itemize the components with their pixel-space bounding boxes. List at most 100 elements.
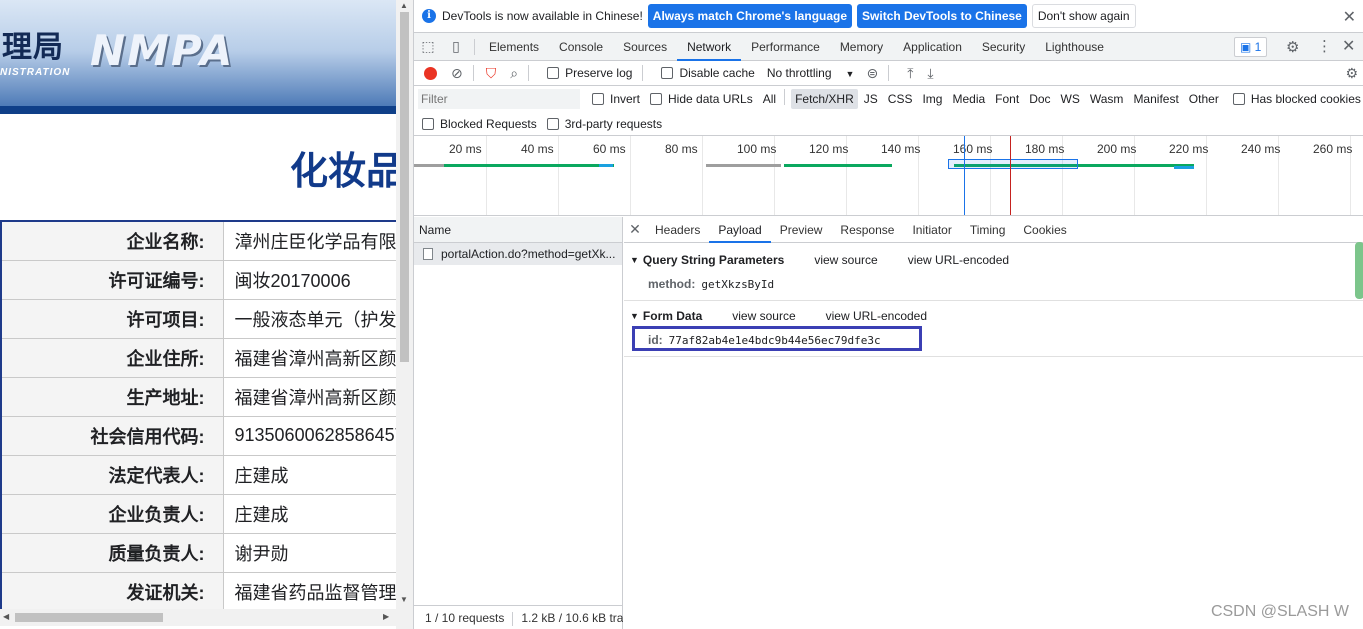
tab-lighthouse[interactable]: Lighthouse <box>1035 33 1114 61</box>
has-blocked-cookies-checkbox[interactable]: Has blocked cookies <box>1232 92 1361 106</box>
third-party-requests-checkbox[interactable]: 3rd-party requests <box>546 116 663 131</box>
disable-cache-checkbox[interactable]: Disable cache <box>661 66 755 80</box>
network-conditions-icon[interactable]: ⊜ <box>866 65 878 82</box>
name-column-header[interactable]: Name <box>414 217 622 243</box>
detail-tab-headers[interactable]: Headers <box>646 217 709 243</box>
checkbox-box[interactable] <box>547 67 560 79</box>
close-icon[interactable]: ✕ <box>1342 36 1355 56</box>
detail-tab-response[interactable]: Response <box>831 217 903 243</box>
type-filter-doc[interactable]: Doc <box>1025 89 1054 109</box>
inspect-element-icon[interactable]: ⬚ <box>414 38 442 55</box>
throttling-dropdown[interactable]: No throttling ▼ <box>767 66 855 80</box>
search-icon[interactable]: ⌕ <box>510 65 518 82</box>
license-info-table: 企业名称: 漳州庄臣化学品有限公 许可证编号: 闽妆20170006 许可项目: 一般液态… <box>0 220 397 612</box>
preserve-log-checkbox[interactable]: Preserve log <box>547 66 632 80</box>
scrollbar-thumb[interactable] <box>400 12 409 362</box>
scroll-down-arrow-icon[interactable]: ▼ <box>400 595 408 604</box>
tab-application[interactable]: Application <box>893 33 972 61</box>
checkbox-box[interactable] <box>546 117 559 130</box>
page-horizontal-scrollbar[interactable]: ◀ ▶ <box>0 609 396 626</box>
import-har-icon[interactable]: ⤒ <box>907 65 913 82</box>
type-filter-manifest[interactable]: Manifest <box>1129 89 1182 109</box>
timeline-selection[interactable] <box>948 159 1078 169</box>
view-url-encoded-link[interactable]: view URL-encoded <box>826 309 927 323</box>
blocked-requests-checkbox[interactable]: Blocked Requests <box>422 117 537 131</box>
tab-performance[interactable]: Performance <box>741 33 830 61</box>
query-string-header[interactable]: ▼ Query String Parameters view source vi… <box>624 247 1363 273</box>
filter-input[interactable] <box>418 89 580 109</box>
type-filter-media[interactable]: Media <box>948 89 989 109</box>
license-info-row: 许可证编号: 闽妆20170006 <box>0 259 397 300</box>
network-settings-gear-icon[interactable]: ⚙ <box>1345 65 1358 82</box>
page-title: 化妆品 <box>290 149 397 193</box>
request-row[interactable]: portalAction.do?method=getXk... <box>414 243 622 265</box>
tab-memory[interactable]: Memory <box>830 33 893 61</box>
type-filter-css[interactable]: CSS <box>884 89 917 109</box>
close-icon[interactable]: ✕ <box>1343 7 1356 27</box>
network-overview-timeline[interactable]: 20 ms 40 ms 60 ms 80 ms 100 ms 120 ms 140 ms 16… <box>414 136 1363 216</box>
type-filter-ws[interactable]: WS <box>1057 89 1084 109</box>
always-match-language-button[interactable]: Always match Chrome's language <box>647 4 853 28</box>
close-icon[interactable]: ✕ <box>624 221 646 238</box>
detail-tab-timing[interactable]: Timing <box>961 217 1015 243</box>
field-label: 生产地址: <box>0 376 224 417</box>
device-toolbar-icon[interactable]: ▯ <box>442 38 470 55</box>
checkbox-box[interactable] <box>650 93 663 105</box>
filter-icon[interactable]: ⛉ <box>486 65 497 82</box>
detail-tab-initiator[interactable]: Initiator <box>903 217 960 243</box>
checkbox-box[interactable] <box>1232 93 1245 105</box>
hide-data-urls-checkbox[interactable]: Hide data URLs <box>650 92 753 106</box>
gear-icon[interactable]: ⚙ <box>1286 38 1299 56</box>
scroll-up-arrow-icon[interactable]: ▲ <box>400 1 408 10</box>
scrollbar-thumb[interactable] <box>15 613 163 622</box>
tab-security[interactable]: Security <box>972 33 1035 61</box>
devtools-panel: i DevTools is now available in Chinese! … <box>413 0 1363 629</box>
invert-checkbox[interactable]: Invert <box>592 92 640 106</box>
scroll-right-arrow-icon[interactable]: ▶ <box>383 612 389 621</box>
timeline-bar <box>414 164 444 167</box>
request-name: portalAction.do?method=getXk... <box>441 247 616 261</box>
detail-tabs: Headers Payload Preview Response Initiator Ti… <box>646 217 1076 243</box>
field-value: 漳州庄臣化学品有限公 <box>222 220 397 261</box>
document-icon <box>423 248 433 260</box>
tab-network[interactable]: Network <box>677 33 742 61</box>
details-scrollbar-thumb[interactable] <box>1355 242 1363 299</box>
export-har-icon[interactable]: ⤓ <box>927 65 933 82</box>
type-filter-other[interactable]: Other <box>1185 89 1223 109</box>
type-filter-img[interactable]: Img <box>918 89 946 109</box>
type-filter-wasm[interactable]: Wasm <box>1086 89 1128 109</box>
switch-to-chinese-button[interactable]: Switch DevTools to Chinese <box>857 4 1027 28</box>
scroll-left-arrow-icon[interactable]: ◀ <box>3 612 9 621</box>
checkbox-label: 3rd-party requests <box>564 116 663 131</box>
checkbox-box[interactable] <box>661 67 674 79</box>
view-url-encoded-link[interactable]: view URL-encoded <box>908 253 1009 267</box>
type-filter-font[interactable]: Font <box>991 89 1023 109</box>
tab-elements[interactable]: Elements <box>479 33 549 61</box>
detail-tab-preview[interactable]: Preview <box>771 217 832 243</box>
field-value: 庄建成 <box>222 493 397 534</box>
license-info-row: 生产地址: 福建省漳州高新区颜厝 <box>0 376 397 417</box>
timeline-tick-label: 20 ms <box>449 142 482 156</box>
view-source-link[interactable]: view source <box>732 309 795 323</box>
tab-sources[interactable]: Sources <box>613 33 677 61</box>
field-value: 福建省漳州高新区颜厝 <box>222 337 397 378</box>
page-vertical-scrollbar[interactable]: ▲ ▼ <box>396 0 413 629</box>
issues-badge[interactable]: ▣ 1 <box>1234 37 1268 57</box>
triangle-down-icon: ▼ <box>630 255 639 265</box>
dont-show-again-button[interactable]: Don't show again <box>1031 4 1136 28</box>
type-filter-js[interactable]: JS <box>860 89 882 109</box>
checkbox-box[interactable] <box>592 93 604 105</box>
type-filter-fetch-xhr[interactable]: Fetch/XHR <box>791 89 858 109</box>
license-info-row: 企业名称: 漳州庄臣化学品有限公 <box>0 220 397 261</box>
view-source-link[interactable]: view source <box>814 253 877 267</box>
checkbox-box[interactable] <box>422 117 434 130</box>
detail-tab-cookies[interactable]: Cookies <box>1014 217 1075 243</box>
tab-console[interactable]: Console <box>549 33 613 61</box>
clear-icon[interactable]: ⊘ <box>451 65 463 82</box>
detail-tab-payload[interactable]: Payload <box>709 217 771 243</box>
record-icon[interactable] <box>424 66 437 80</box>
timeline-tick-label: 60 ms <box>593 142 626 156</box>
checkbox-label: Preserve log <box>565 66 633 80</box>
type-filter-all[interactable]: All <box>759 89 780 109</box>
more-vert-icon[interactable]: ⋮ <box>1317 37 1332 55</box>
